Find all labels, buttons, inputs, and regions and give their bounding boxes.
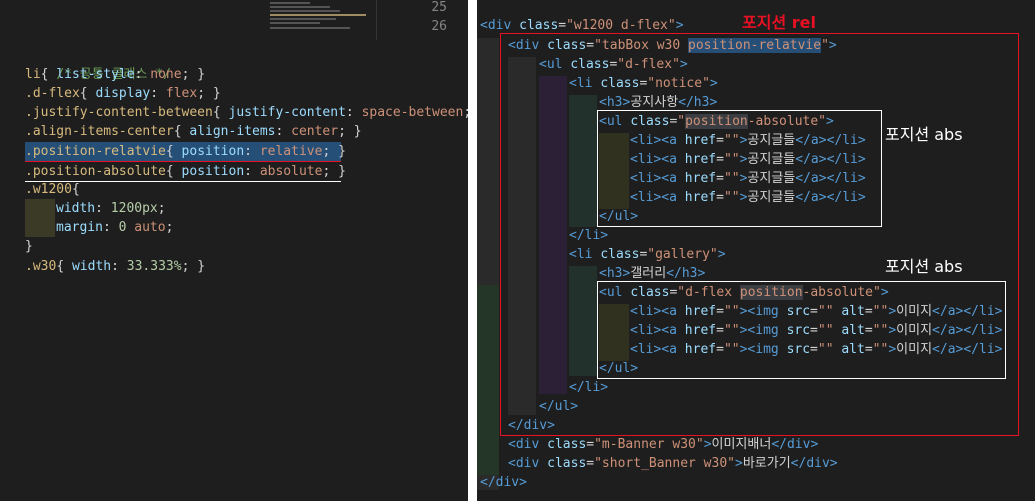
css-rule-open: .w1200{	[25, 182, 80, 197]
indent-guide	[477, 285, 499, 475]
css-editor-pane[interactable]: 25 26 /* 공통 클래스 */ li{ list-style: none;…	[0, 0, 468, 501]
css-comment: /* 공통 클래스 */	[56, 67, 171, 82]
line-number-gutter: 25 26	[376, 0, 468, 40]
html-line: <div class="m-Banner w30">이미지배너</div>	[508, 437, 819, 452]
css-rule: .d-flex{ display: flex; }	[25, 86, 221, 101]
css-rule-highlighted: .position-relatvie{ position: relative; …	[25, 142, 346, 162]
css-declaration: margin: 0 auto;	[56, 220, 174, 235]
css-declaration: width: 1200px;	[56, 201, 166, 216]
minimap[interactable]	[266, 0, 366, 34]
position-absolute-box	[597, 110, 882, 227]
css-rule: .align-items-center{ align-items: center…	[25, 124, 362, 139]
html-line: </div>	[480, 475, 527, 490]
position-absolute-box	[597, 281, 1006, 379]
indent-guide	[25, 199, 55, 237]
html-editor-pane[interactable]: <div class="w1200 d-flex"> <div class="t…	[477, 0, 1035, 501]
css-rule-underlined: .position-absolute{ position: absolute; …	[25, 162, 346, 182]
annotation-abs: 포지션 abs	[885, 257, 963, 276]
line-number: 26	[431, 19, 447, 34]
line-number: 25	[431, 0, 447, 15]
css-rule-close: }	[25, 239, 33, 254]
html-line: <div class="short_Banner w30">바로가기</div>	[508, 456, 838, 471]
css-rule: li{ list-style: none; }	[25, 67, 206, 82]
annotation-rel: 포지션 rel	[742, 13, 816, 32]
css-rule: .justify-content-between{ justify-conten…	[25, 105, 468, 120]
css-rule: .w30{ width: 33.333%; }	[25, 259, 206, 274]
annotation-abs: 포지션 abs	[885, 125, 963, 144]
pane-divider[interactable]	[468, 0, 477, 501]
